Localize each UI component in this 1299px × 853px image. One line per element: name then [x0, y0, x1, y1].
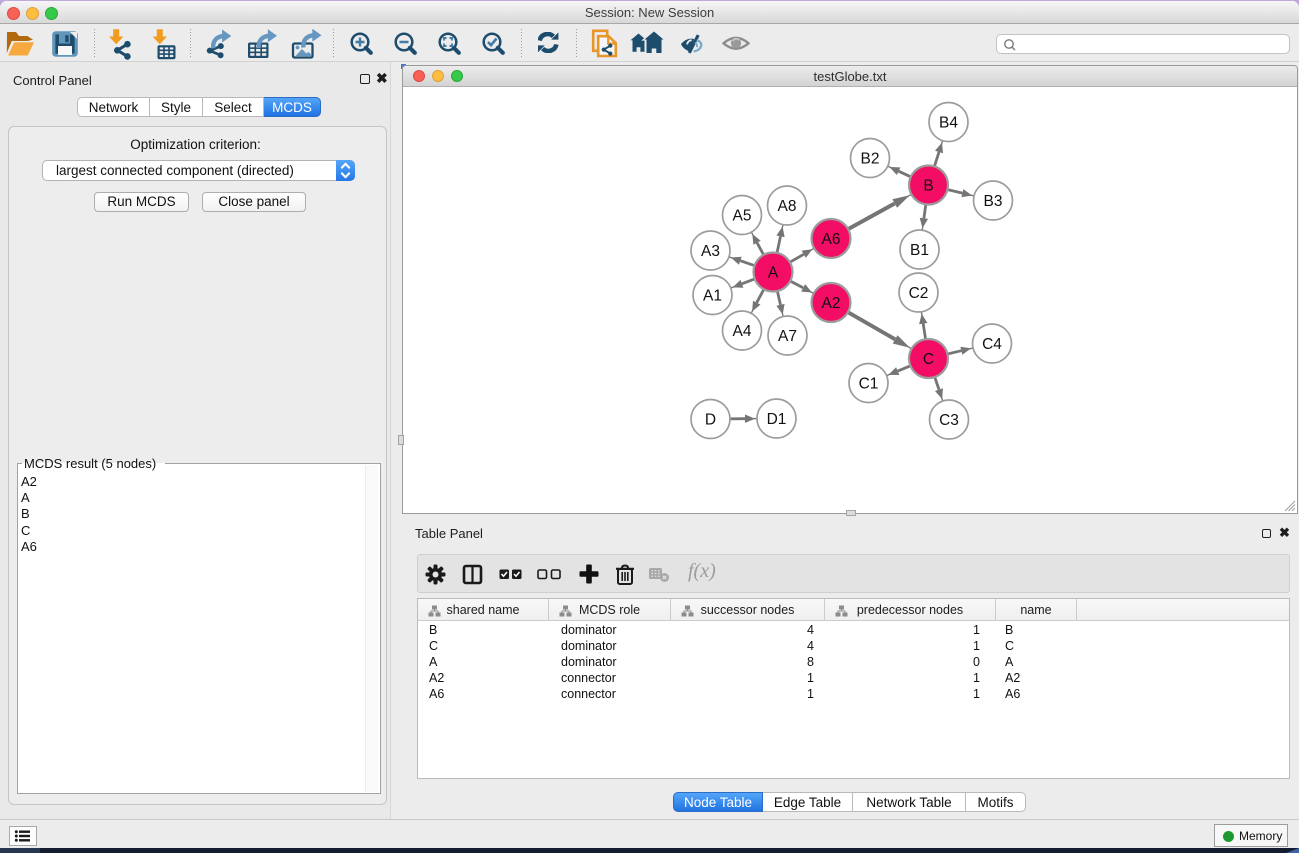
svg-text:D1: D1 [767, 411, 787, 428]
svg-text:C: C [923, 351, 934, 368]
svg-text:A: A [768, 265, 779, 282]
svg-text:A8: A8 [778, 198, 797, 215]
svg-text:B4: B4 [939, 115, 958, 132]
svg-text:C4: C4 [982, 336, 1002, 353]
svg-text:A5: A5 [733, 208, 752, 225]
svg-text:B3: B3 [984, 193, 1003, 210]
svg-text:A4: A4 [733, 323, 752, 340]
svg-text:A6: A6 [822, 231, 841, 248]
svg-text:D: D [705, 412, 716, 429]
svg-text:A2: A2 [822, 295, 841, 312]
svg-text:B2: B2 [861, 151, 880, 168]
svg-text:A3: A3 [701, 243, 720, 260]
svg-text:C2: C2 [909, 285, 929, 302]
svg-text:A7: A7 [778, 328, 797, 345]
svg-text:A1: A1 [703, 288, 722, 305]
svg-text:C3: C3 [939, 412, 959, 429]
svg-text:C1: C1 [859, 376, 879, 393]
svg-text:B1: B1 [910, 242, 929, 259]
svg-text:B: B [923, 178, 933, 195]
